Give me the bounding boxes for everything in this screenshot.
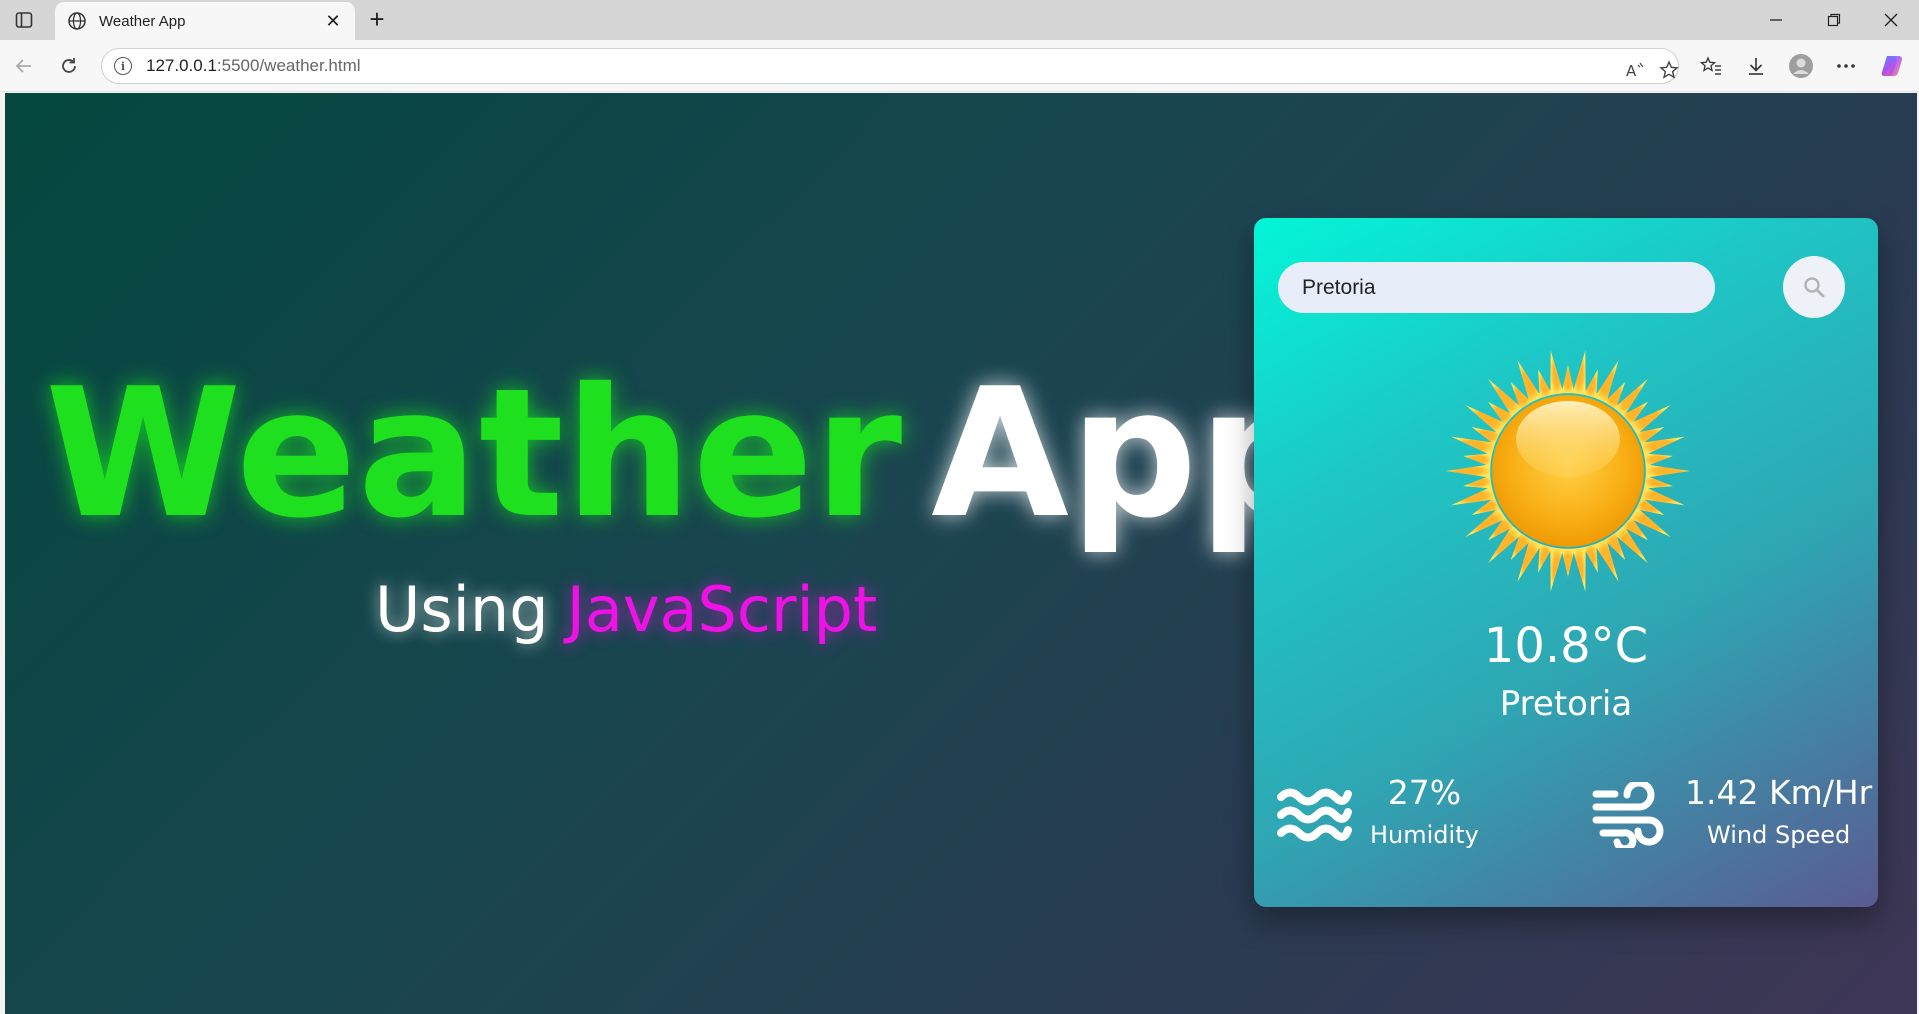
sun-ray [1561, 548, 1575, 577]
sun-ray [1446, 464, 1491, 478]
sun-ray [1538, 369, 1553, 399]
minimize-icon[interactable] [1748, 0, 1804, 40]
sun-ray [1463, 453, 1493, 467]
wind-speed-value: 1.42 Km/Hr [1685, 773, 1873, 812]
copilot-icon[interactable] [1876, 50, 1908, 82]
address-bar[interactable]: i 127.0.0.1:5500/weather.html A [101, 48, 1679, 84]
favorite-star-icon[interactable] [1655, 56, 1683, 84]
svg-text:A: A [1626, 62, 1637, 79]
hero-title: Weather App [45, 365, 1327, 543]
wind-panel: 1.42 Km/Hr Wind Speed [1591, 773, 1872, 857]
tab-actions-icon[interactable] [6, 6, 42, 34]
reload-icon[interactable] [53, 50, 85, 82]
new-tab-button[interactable]: + [362, 6, 392, 34]
tab-title: Weather App [99, 12, 186, 30]
search-icon [1804, 277, 1825, 298]
humidity-label: Humidity [1370, 821, 1479, 849]
sun-ray [1583, 369, 1598, 399]
page-viewport: Weather App Using JavaScript Pretoria 10… [5, 93, 1917, 1014]
sun-ray [1561, 365, 1575, 394]
back-arrow-icon[interactable] [8, 50, 40, 82]
sun-ray [1550, 350, 1564, 396]
humidity-value: 27% [1387, 773, 1462, 812]
site-info-icon[interactable]: i [114, 57, 132, 75]
more-options-icon[interactable] [1830, 50, 1862, 82]
sun-ray [1572, 546, 1586, 592]
restore-icon[interactable] [1806, 0, 1862, 40]
sun-ray [1538, 543, 1553, 573]
hero-section: Weather App Using JavaScript [5, 93, 1326, 1014]
address-url: 127.0.0.1:5500/weather.html [146, 56, 361, 75]
hero-subtitle-using: Using [375, 573, 549, 646]
sun-ray [1550, 546, 1564, 592]
browser-toolbar: i 127.0.0.1:5500/weather.html A [0, 40, 1919, 92]
sun-ray [1645, 464, 1690, 478]
sun-ray [1583, 543, 1598, 573]
city-search-input[interactable] [1278, 262, 1715, 313]
sun-ray [1643, 475, 1673, 489]
humidity-panel: 27% Humidity [1276, 773, 1479, 857]
sun-ray [1643, 453, 1673, 467]
hero-title-weather: Weather [45, 350, 904, 557]
browser-tab[interactable]: Weather App ✕ [55, 2, 355, 40]
downloads-icon[interactable] [1740, 50, 1772, 82]
close-window-icon[interactable] [1863, 0, 1919, 40]
humidity-waves-icon [1277, 788, 1352, 842]
profile-avatar-icon[interactable] [1785, 50, 1817, 82]
search-button[interactable] [1783, 256, 1845, 318]
favorites-icon[interactable] [1695, 50, 1727, 82]
globe-icon [68, 12, 86, 30]
sun-ray [1463, 475, 1493, 489]
city-name: Pretoria [1499, 684, 1633, 724]
sun-icon [1446, 350, 1690, 592]
wind-icon [1592, 782, 1664, 848]
hero-subtitle: Using JavaScript [375, 579, 877, 641]
tab-close-icon[interactable]: ✕ [323, 11, 343, 31]
weather-card: 10.8°C Pretoria 27% Humidity [1254, 218, 1878, 907]
sun-ray [1572, 350, 1586, 396]
hero-subtitle-javascript: JavaScript [566, 573, 878, 646]
temperature-readout: 10.8°C [1483, 618, 1649, 674]
browser-tab-bar: Weather App ✕ + [0, 0, 1919, 40]
wind-speed-label: Wind Speed [1707, 821, 1851, 849]
read-aloud-icon[interactable]: A [1621, 56, 1649, 84]
